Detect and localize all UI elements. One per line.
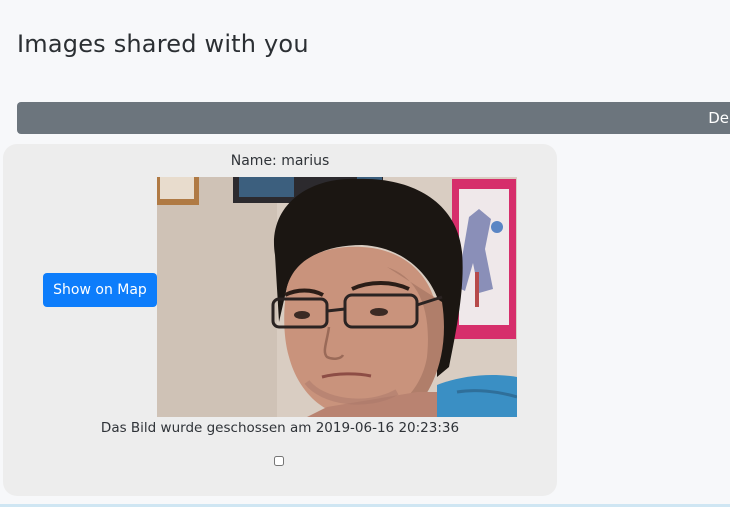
shared-image-card: Name: marius Show on Map Das Bild wurde …: [3, 144, 557, 496]
page-title: Images shared with you: [17, 30, 309, 58]
shared-photo: [157, 177, 517, 417]
show-on-map-button[interactable]: Show on Map: [43, 273, 157, 307]
top-action-bar[interactable]: De: [17, 102, 730, 134]
image-owner-name: Name: marius: [230, 153, 330, 169]
photo-timestamp-caption: Das Bild wurde geschossen am 2019-06-16 …: [100, 420, 460, 436]
top-bar-label[interactable]: De: [708, 102, 729, 134]
select-image-checkbox[interactable]: [274, 456, 284, 466]
portrait-photo-image: [157, 177, 517, 417]
